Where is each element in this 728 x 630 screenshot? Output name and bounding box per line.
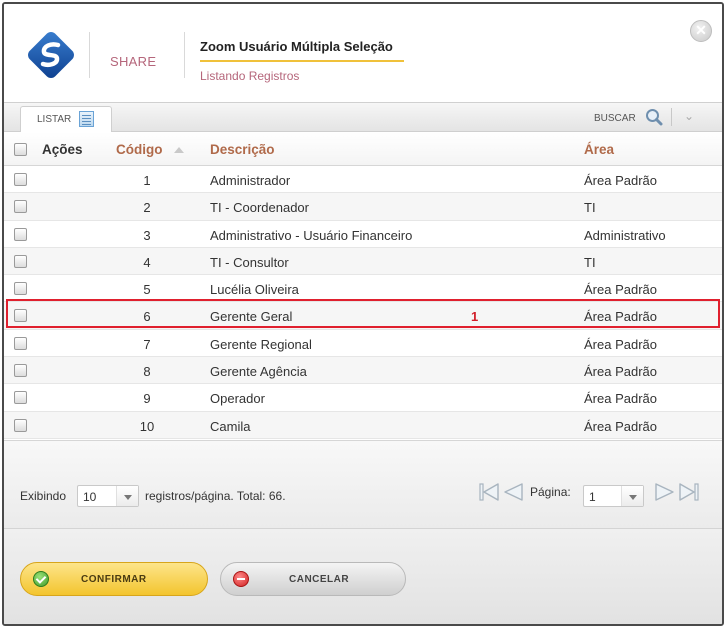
first-page-icon[interactable] [478, 481, 500, 503]
row-descricao: Lucélia Oliveira [210, 282, 299, 298]
row-area: Área Padrão [584, 391, 657, 407]
column-header-descricao[interactable]: Descrição [210, 142, 275, 157]
modal-window: SHARE Zoom Usuário Múltipla Seleção List… [2, 2, 724, 626]
modal-header: SHARE Zoom Usuário Múltipla Seleção List… [4, 4, 722, 102]
row-area: Área Padrão [584, 173, 657, 188]
modal-footer: CONFIRMAR CANCELAR [4, 528, 722, 624]
row-area: Área Padrão [584, 336, 657, 352]
tab-listar[interactable]: LISTAR [20, 106, 112, 133]
row-codigo: 8 [143, 364, 151, 380]
per-page-select[interactable]: 10 [77, 485, 139, 507]
row-descricao: Camila [210, 418, 251, 434]
next-page-icon[interactable] [654, 481, 676, 503]
records-table: Ações Código Descrição Área 1 Administra… [4, 132, 722, 439]
chevron-down-icon[interactable] [621, 486, 643, 506]
table-row[interactable]: 1 Administrador Área Padrão [4, 166, 722, 194]
row-codigo: 3 [143, 227, 151, 243]
row-area: Área Padrão [584, 309, 657, 325]
row-area: Área Padrão [584, 364, 657, 380]
row-descricao: TI - Coordenador [210, 200, 309, 216]
total-records-label: registros/página. Total: 66. [145, 489, 286, 503]
row-area: Área Padrão [584, 418, 657, 434]
table-row[interactable]: 3 Administrativo - Usuário Financeiro Ad… [4, 221, 722, 248]
row-codigo: 5 [143, 282, 151, 298]
search-icon[interactable] [645, 108, 663, 126]
row-descricao: TI - Consultor [210, 254, 289, 270]
showing-label: Exibindo [20, 489, 67, 503]
row-codigo: 4 [143, 254, 151, 270]
confirm-button[interactable]: CONFIRMAR [20, 562, 208, 596]
table-row[interactable]: 2 TI - Coordenador TI [4, 193, 722, 221]
row-checkbox[interactable] [14, 173, 27, 186]
search-label[interactable]: BUSCAR [594, 113, 636, 124]
confirm-label: CONFIRMAR [81, 574, 147, 585]
last-page-icon[interactable] [678, 481, 700, 503]
previous-page-icon[interactable] [502, 481, 524, 503]
row-descricao: Administrador [210, 173, 291, 188]
row-checkbox[interactable] [14, 282, 27, 296]
row-descricao: Administrativo - Usuário Financeiro [210, 227, 413, 243]
row-checkbox[interactable] [14, 227, 27, 241]
chevron-down-icon[interactable] [116, 486, 138, 506]
share-logo-icon [28, 32, 74, 78]
title-underline [200, 60, 404, 62]
table-row[interactable]: 7 Gerente Regional Área Padrão [4, 330, 722, 358]
select-all-checkbox[interactable] [14, 143, 27, 156]
cancel-label: CANCELAR [289, 574, 350, 585]
row-checkbox[interactable] [14, 364, 27, 378]
row-descricao: Gerente Geral [210, 309, 293, 325]
row-codigo: 10 [139, 418, 155, 434]
row-checkbox[interactable] [14, 418, 27, 432]
brand-name: SHARE [110, 54, 157, 69]
row-area: TI [584, 200, 596, 216]
table-row[interactable]: 4 TI - Consultor TI [4, 247, 722, 276]
column-header-acoes: Ações [42, 142, 83, 157]
row-checkbox[interactable] [14, 254, 27, 268]
column-header-area[interactable]: Área [584, 142, 614, 157]
page-subtitle: Listando Registros [200, 69, 300, 83]
page-value: 1 [589, 490, 596, 504]
header-divider [89, 32, 90, 78]
annotation-marker: 1 [471, 309, 479, 325]
row-checkbox[interactable] [14, 336, 27, 350]
table-header-row: Ações Código Descrição Área [4, 132, 722, 166]
row-area: Área Padrão [584, 282, 657, 298]
row-codigo: 7 [143, 336, 151, 352]
row-codigo: 6 [143, 309, 151, 325]
page-title: Zoom Usuário Múltipla Seleção [200, 39, 393, 54]
row-codigo: 1 [143, 173, 151, 188]
page-select[interactable]: 1 [583, 485, 644, 507]
list-icon [79, 111, 94, 127]
row-descricao: Operador [210, 391, 265, 407]
header-divider [184, 32, 185, 78]
row-checkbox[interactable] [14, 200, 27, 214]
table-row[interactable]: 5 Lucélia Oliveira Área Padrão [4, 275, 722, 303]
close-icon[interactable]: ✕ [690, 20, 712, 42]
per-page-value: 10 [83, 490, 97, 504]
table-row[interactable]: 6 Gerente Geral 1 Área Padrão [4, 302, 722, 330]
chevron-down-icon[interactable]: ⌄ [681, 109, 697, 125]
toolbar-divider [671, 108, 672, 126]
sort-ascending-icon[interactable] [174, 147, 184, 153]
table-row[interactable]: 8 Gerente Agência Área Padrão [4, 357, 722, 385]
tab-label: LISTAR [37, 114, 72, 125]
row-area: Administrativo [584, 227, 666, 243]
column-header-codigo[interactable]: Código [116, 142, 178, 157]
row-descricao: Gerente Agência [210, 364, 307, 380]
row-checkbox[interactable] [14, 391, 27, 405]
row-codigo: 2 [143, 200, 151, 216]
table-row[interactable]: 9 Operador Área Padrão [4, 384, 722, 412]
pagination-bar: Exibindo 10 registros/página. Total: 66.… [4, 440, 722, 528]
cancel-button[interactable]: CANCELAR [220, 562, 406, 596]
row-area: TI [584, 254, 596, 270]
table-row[interactable]: 10 Camila Área Padrão [4, 411, 722, 439]
row-descricao: Gerente Regional [210, 336, 312, 352]
row-codigo: 9 [143, 391, 151, 407]
page-label: Página: [530, 485, 571, 499]
toolbar: LISTAR BUSCAR ⌄ [4, 102, 722, 133]
minus-icon [233, 571, 249, 587]
row-checkbox[interactable] [14, 309, 27, 323]
check-icon [33, 571, 49, 587]
